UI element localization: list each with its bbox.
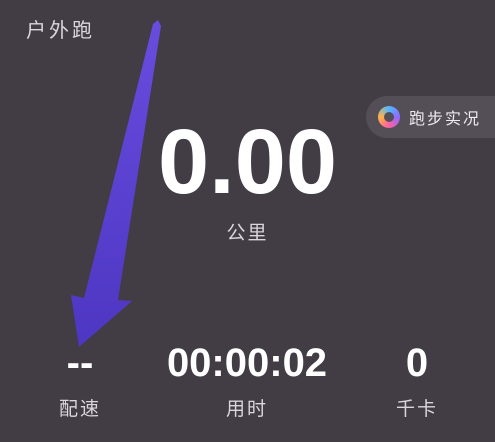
duration-label: 用时 xyxy=(225,398,268,420)
pace-stat: -- 配速 xyxy=(0,338,170,421)
distance-value: 0.00 xyxy=(157,111,338,213)
distance-unit: 公里 xyxy=(226,222,269,244)
calories-value: 0 xyxy=(405,341,429,385)
calories-label: 千卡 xyxy=(395,398,438,420)
duration-stat: 00:00:02 用时 xyxy=(157,338,337,421)
duration-value: 00:00:02 xyxy=(166,341,328,385)
page-title: 户外跑 xyxy=(26,18,95,42)
pace-value: -- xyxy=(66,341,94,385)
calories-stat: 0 千卡 xyxy=(327,338,495,421)
pace-label: 配速 xyxy=(58,398,101,420)
